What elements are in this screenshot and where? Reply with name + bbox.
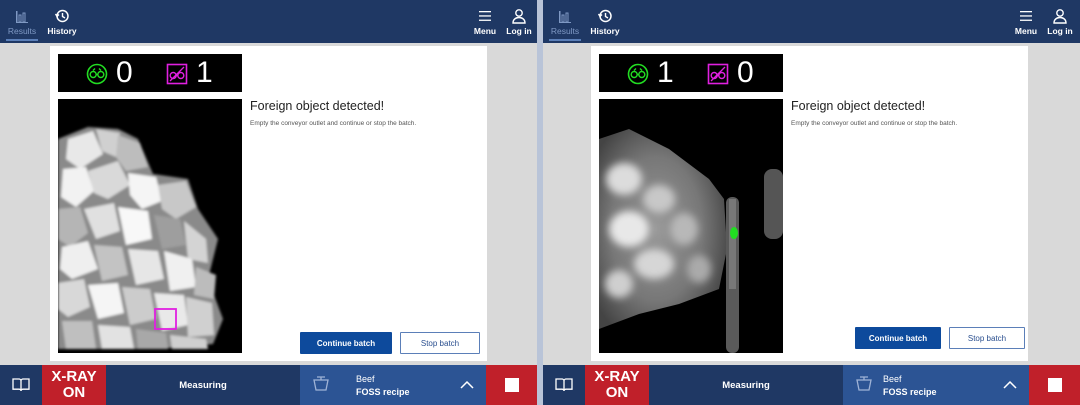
recipe-name: FOSS recipe — [356, 387, 410, 397]
recipe-selector[interactable]: Beef FOSS recipe — [843, 365, 1029, 405]
machine-status: Measuring — [722, 379, 770, 391]
nav-menu[interactable]: Menu — [470, 0, 500, 43]
history-icon — [54, 9, 69, 22]
stop-batch-button[interactable]: Stop batch — [400, 332, 480, 354]
stop-button[interactable] — [486, 365, 537, 405]
nav-menu[interactable]: Menu — [1011, 0, 1041, 43]
dialog-title: Foreign object detected! — [791, 99, 926, 113]
book-icon — [555, 378, 573, 392]
continue-batch-button[interactable]: Continue batch — [300, 332, 392, 354]
top-nav-bar: Results History Menu Log in — [543, 0, 1080, 43]
xray-state: ON — [62, 384, 86, 401]
xray-status-indicator: X-RAY ON — [42, 365, 106, 405]
reject-count: 1 — [196, 56, 213, 89]
results-icon — [559, 10, 571, 23]
ok-count-icon — [86, 63, 108, 85]
results-icon — [16, 10, 28, 23]
history-icon — [597, 9, 612, 22]
nav-menu-label: Menu — [473, 25, 497, 36]
machine-status: Measuring — [179, 379, 227, 391]
book-icon — [12, 378, 30, 392]
stop-square-icon — [1047, 378, 1062, 392]
chevron-up-icon — [1003, 380, 1017, 389]
ok-count: 0 — [116, 56, 133, 89]
nav-history-label: History — [47, 25, 77, 36]
foreign-object-dialog: 1 0 Foreign object detected! Empty the c… — [591, 46, 1028, 361]
ok-count-icon — [627, 63, 649, 85]
dialog-message: Empty the conveyor outlet and continue o… — [791, 120, 958, 127]
nav-login-label: Log in — [1047, 25, 1073, 36]
xray-label: X-RAY — [594, 368, 640, 385]
xray-state: ON — [605, 384, 629, 401]
reject-count-icon — [707, 63, 729, 85]
dialog-message: Empty the conveyor outlet and continue o… — [250, 120, 417, 127]
nav-login-label: Log in — [506, 25, 532, 36]
manual-button[interactable] — [543, 365, 585, 405]
nav-results[interactable]: Results — [2, 0, 42, 43]
reject-count-icon — [166, 63, 188, 85]
recipe-selector[interactable]: Beef FOSS recipe — [300, 365, 486, 405]
top-nav-bar: Results History Menu Log in — [0, 0, 537, 43]
xray-image — [58, 99, 242, 353]
dialog-title: Foreign object detected! — [250, 99, 385, 113]
xray-status-indicator: X-RAY ON — [585, 365, 649, 405]
scale-icon — [856, 376, 872, 391]
xray-scan-image — [58, 127, 223, 349]
product-name: Beef — [356, 374, 375, 384]
nav-results-label: Results — [550, 25, 580, 36]
nav-menu-label: Menu — [1014, 25, 1038, 36]
login-icon — [1053, 8, 1067, 24]
xray-label: X-RAY — [51, 368, 97, 385]
nav-history[interactable]: History — [44, 0, 80, 43]
recipe-name: FOSS recipe — [883, 387, 937, 397]
nav-login[interactable]: Log in — [1045, 0, 1075, 43]
login-icon — [512, 8, 526, 24]
reject-count: 0 — [737, 56, 754, 89]
nav-results[interactable]: Results — [545, 0, 585, 43]
scale-icon — [313, 376, 329, 391]
hmi-screen-left: Results History Menu Log in 0 1 Foreign … — [0, 0, 537, 405]
foreign-object-dialog: 0 1 Foreign object detected! Empty the c… — [50, 46, 487, 361]
bottom-status-bar: X-RAY ON Measuring Beef FOSS recipe — [543, 365, 1080, 405]
nav-results-label: Results — [7, 25, 37, 36]
product-name: Beef — [883, 374, 902, 384]
continue-batch-button[interactable]: Continue batch — [855, 327, 941, 349]
hmi-screen-right: Results History Menu Log in 1 0 Foreign … — [543, 0, 1080, 405]
stop-batch-button[interactable]: Stop batch — [949, 327, 1025, 349]
ok-count: 1 — [657, 56, 674, 89]
xray-image — [599, 99, 783, 353]
chevron-up-icon — [460, 380, 474, 389]
stop-button[interactable] — [1029, 365, 1080, 405]
menu-icon — [1020, 10, 1032, 21]
stop-square-icon — [504, 378, 519, 392]
manual-button[interactable] — [0, 365, 42, 405]
nav-history[interactable]: History — [587, 0, 623, 43]
nav-history-label: History — [590, 25, 620, 36]
foreign-object-marker — [730, 227, 738, 239]
xray-scan-image — [599, 129, 783, 353]
nav-login[interactable]: Log in — [504, 0, 534, 43]
sample-counter-bar: 0 1 — [58, 54, 242, 92]
sample-counter-bar: 1 0 — [599, 54, 783, 92]
menu-icon — [479, 10, 491, 21]
bottom-status-bar: X-RAY ON Measuring Beef FOSS recipe — [0, 365, 537, 405]
